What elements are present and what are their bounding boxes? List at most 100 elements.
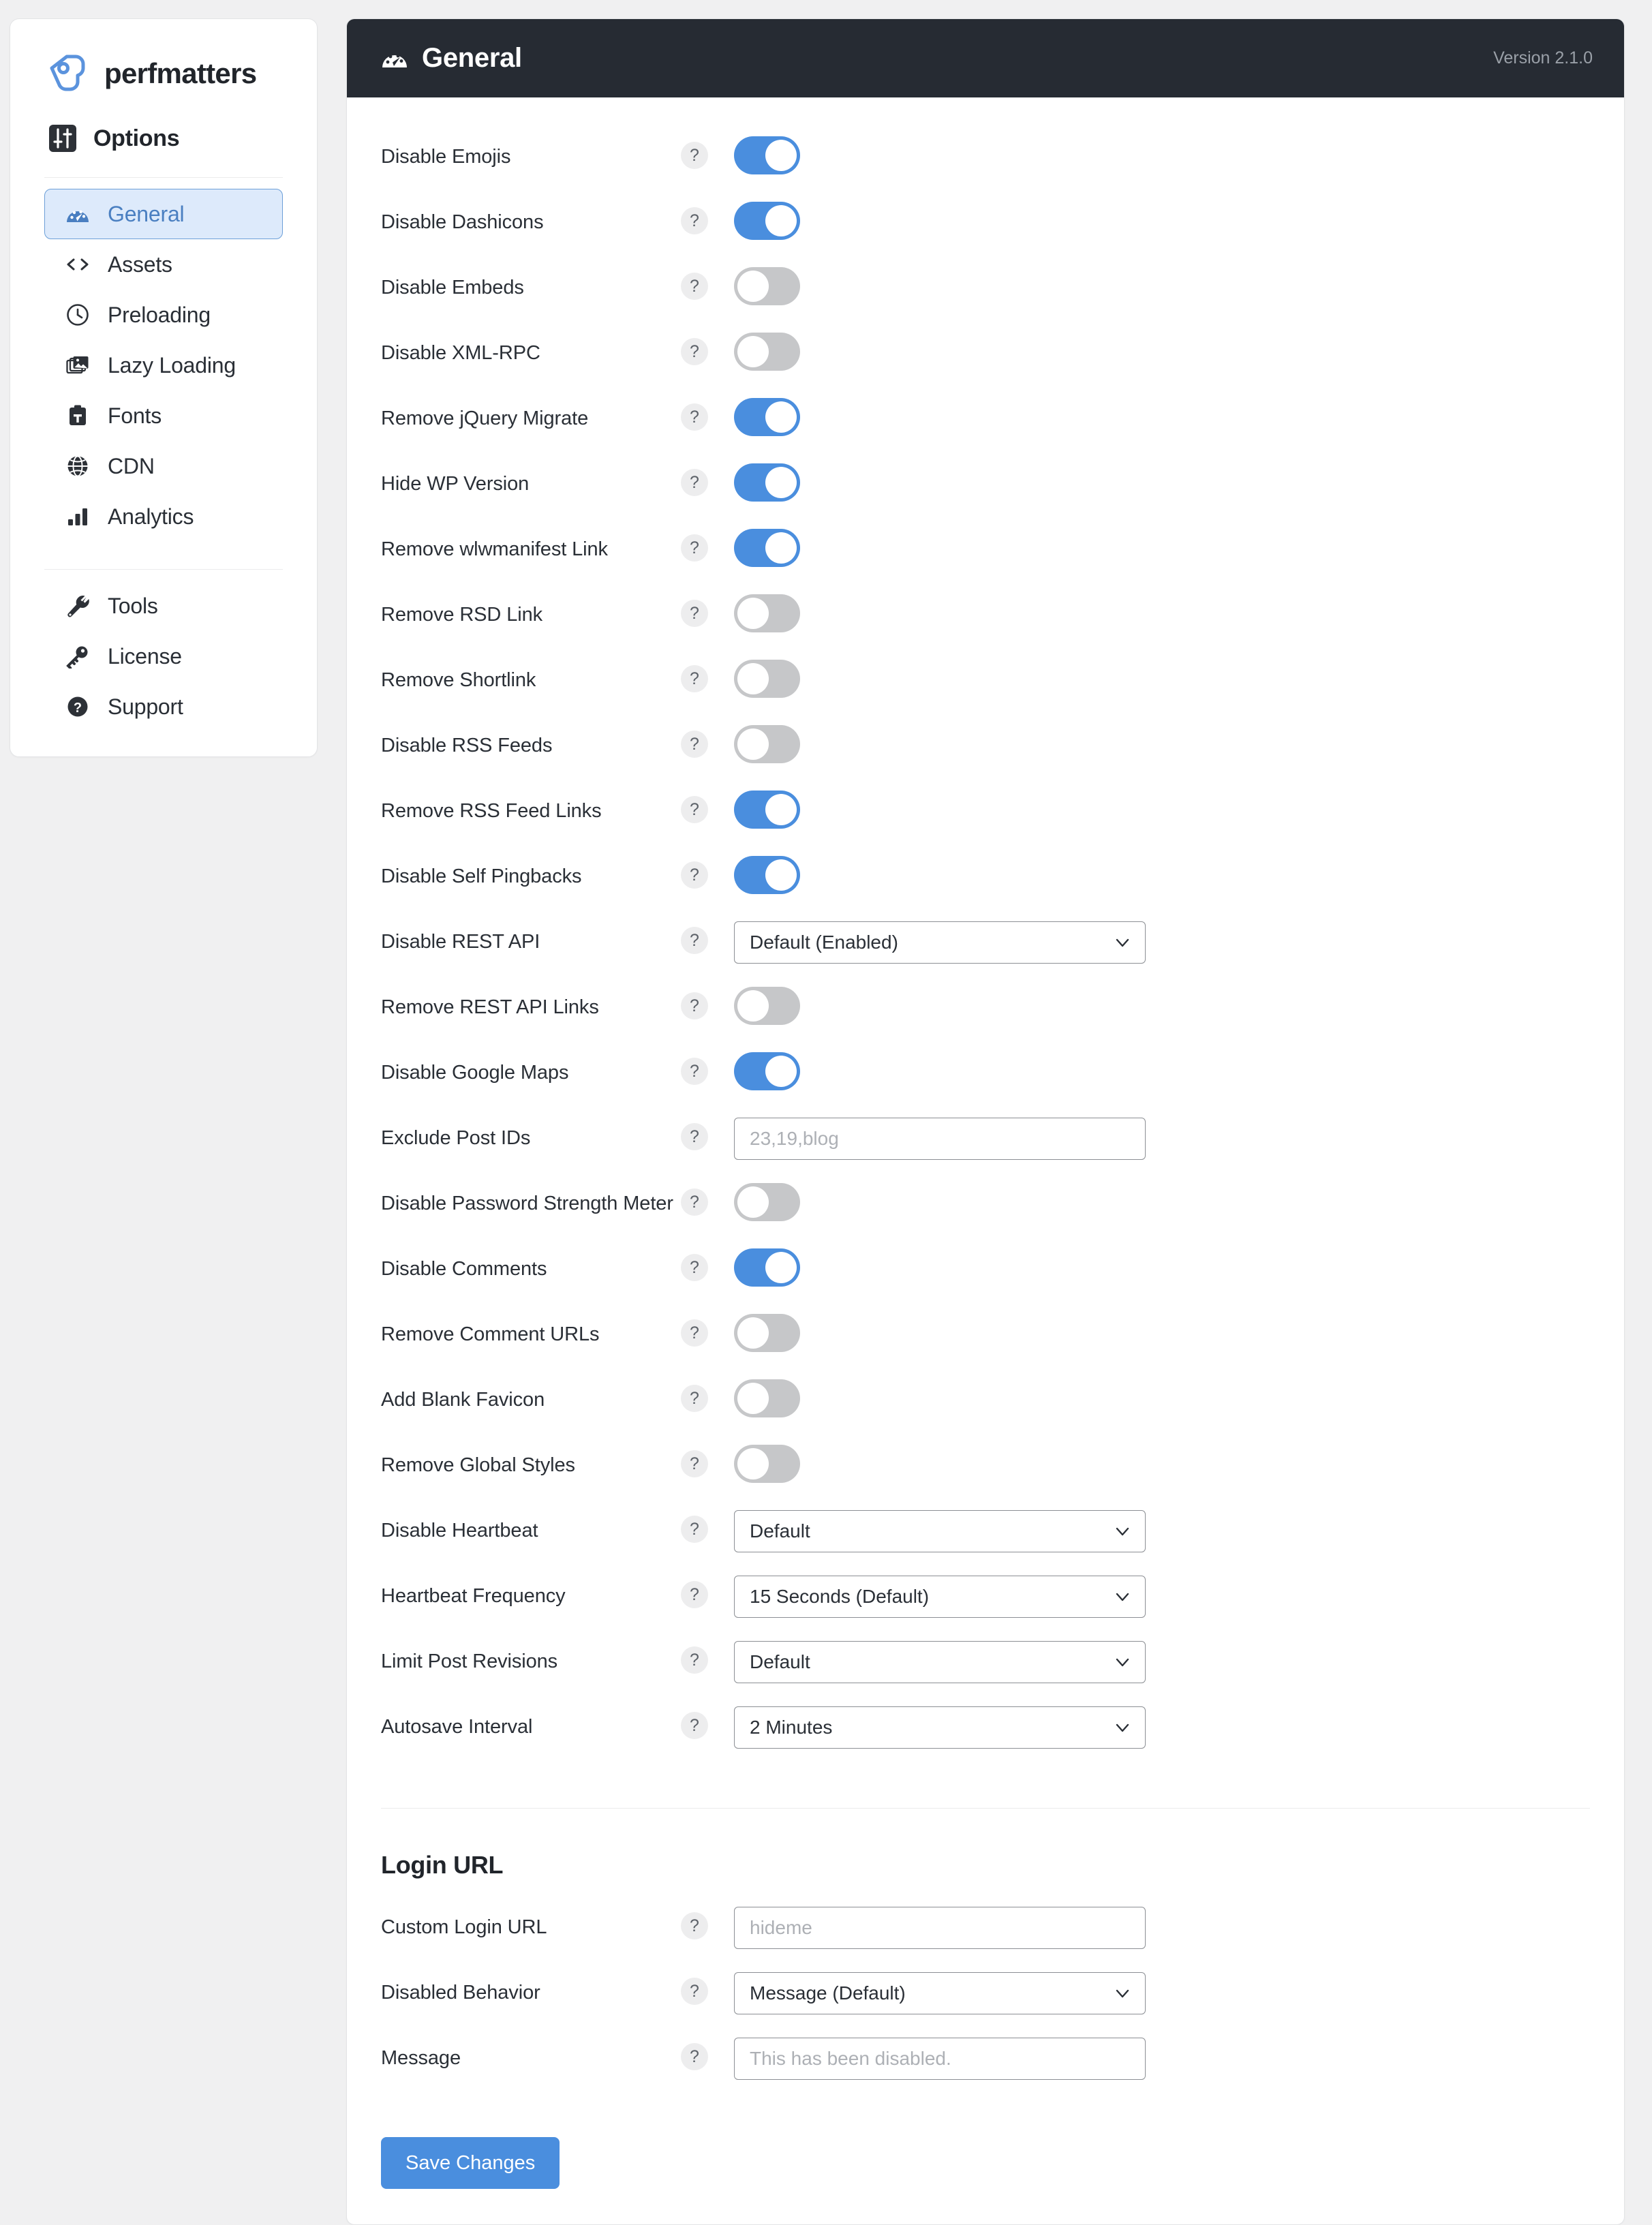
toggle-remove-rest-api-links[interactable]: [734, 987, 800, 1025]
setting-label: Disabled Behavior: [381, 1982, 540, 2004]
sidebar-item-lazy-loading[interactable]: Lazy Loading: [44, 340, 283, 390]
setting-control: [734, 135, 800, 174]
help-icon[interactable]: ?: [681, 992, 708, 1019]
setting-control: [734, 1313, 800, 1352]
help-icon[interactable]: ?: [681, 600, 708, 627]
toggle-add-blank-favicon[interactable]: [734, 1379, 800, 1417]
help-icon[interactable]: ?: [681, 403, 708, 431]
toggle-remove-wlwmanifest-link[interactable]: [734, 529, 800, 567]
help-icon[interactable]: ?: [681, 1978, 708, 2005]
setting-control: [734, 1182, 800, 1221]
setting-row-disabled-behavior: Disabled Behavior? Message (Default): [381, 1971, 1590, 2036]
input-custom-login-url[interactable]: hideme: [734, 1907, 1146, 1949]
sidebar-item-assets[interactable]: Assets: [44, 239, 283, 290]
toggle-remove-comment-urls[interactable]: [734, 1314, 800, 1352]
setting-row-disable-rss-feeds: Disable RSS Feeds?: [381, 724, 1590, 789]
help-icon[interactable]: ?: [681, 1712, 708, 1739]
toggle-disable-google-maps[interactable]: [734, 1052, 800, 1090]
sidebar-item-fonts[interactable]: Fonts: [44, 390, 283, 441]
toggle-remove-rsd-link[interactable]: [734, 594, 800, 632]
setting-row-remove-rsd-link: Remove RSD Link?: [381, 593, 1590, 658]
sidebar: perfmatters Options General Assets Prelo…: [10, 18, 318, 757]
help-icon[interactable]: ?: [681, 796, 708, 823]
help-icon[interactable]: ?: [681, 1581, 708, 1608]
help-icon[interactable]: ?: [681, 731, 708, 758]
sidebar-item-cdn[interactable]: CDN: [44, 441, 283, 491]
chevron-down-icon: [1116, 1593, 1129, 1601]
setting-control: [734, 1378, 800, 1417]
setting-label: Disable Google Maps: [381, 1062, 569, 1084]
help-icon[interactable]: ?: [681, 338, 708, 365]
help-icon[interactable]: ?: [681, 1912, 708, 1939]
toggle-disable-comments[interactable]: [734, 1248, 800, 1287]
toggle-disable-self-pingbacks[interactable]: [734, 856, 800, 894]
help-icon[interactable]: ?: [681, 534, 708, 562]
wrench-icon: [65, 594, 90, 618]
images-stack-icon: [65, 353, 90, 378]
help-icon[interactable]: ?: [681, 1058, 708, 1085]
toggle-remove-rss-feed-links[interactable]: [734, 791, 800, 829]
help-icon[interactable]: ?: [681, 1646, 708, 1674]
sidebar-item-analytics[interactable]: Analytics: [44, 491, 283, 542]
toggle-remove-shortlink[interactable]: [734, 660, 800, 698]
select-heartbeat-frequency[interactable]: 15 Seconds (Default): [734, 1576, 1146, 1618]
setting-control: 2 Minutes: [734, 1705, 1146, 1749]
help-icon[interactable]: ?: [681, 861, 708, 889]
sidebar-item-preloading[interactable]: Preloading: [44, 290, 283, 340]
sidebar-item-label: Preloading: [108, 302, 211, 327]
help-icon[interactable]: ?: [681, 1385, 708, 1412]
help-icon[interactable]: ?: [681, 273, 708, 300]
sidebar-secondary-nav: Tools License ? Support: [10, 581, 317, 732]
toggle-disable-password-strength-meter[interactable]: [734, 1183, 800, 1221]
toggle-disable-dashicons[interactable]: [734, 202, 800, 240]
setting-row-disable-google-maps: Disable Google Maps?: [381, 1051, 1590, 1116]
help-icon[interactable]: ?: [681, 1188, 708, 1216]
select-disable-rest-api[interactable]: Default (Enabled): [734, 921, 1146, 964]
select-value: Default: [750, 1520, 810, 1541]
help-icon[interactable]: ?: [681, 142, 708, 169]
input-message[interactable]: This has been disabled.: [734, 2038, 1146, 2080]
sidebar-item-tools[interactable]: Tools: [44, 581, 283, 631]
save-button[interactable]: Save Changes: [381, 2137, 560, 2189]
help-icon[interactable]: ?: [681, 927, 708, 954]
perfmatters-logo-icon: [48, 55, 91, 93]
setting-label: Disable XML-RPC: [381, 342, 540, 364]
help-icon[interactable]: ?: [681, 469, 708, 496]
help-icon[interactable]: ?: [681, 665, 708, 692]
clock-icon: [65, 303, 90, 327]
input-exclude-post-ids[interactable]: 23,19,blog: [734, 1118, 1146, 1160]
toggle-disable-xml-rpc[interactable]: [734, 333, 800, 371]
setting-label: Hide WP Version: [381, 473, 530, 495]
toggle-remove-global-styles[interactable]: [734, 1445, 800, 1483]
gauge-icon: [381, 45, 408, 72]
sidebar-item-support[interactable]: ? Support: [44, 681, 283, 732]
help-icon[interactable]: ?: [681, 1254, 708, 1281]
select-value: 15 Seconds (Default): [750, 1586, 930, 1607]
setting-label: Disable Comments: [381, 1258, 547, 1280]
setting-label: Remove Comment URLs: [381, 1323, 600, 1345]
sidebar-item-license[interactable]: License: [44, 631, 283, 681]
toggle-disable-embeds[interactable]: [734, 267, 800, 305]
help-icon[interactable]: ?: [681, 207, 708, 234]
setting-control: [734, 724, 800, 763]
select-autosave-interval[interactable]: 2 Minutes: [734, 1706, 1146, 1749]
setting-control: This has been disabled.: [734, 2036, 1146, 2080]
setting-label: Disable Dashicons: [381, 211, 544, 233]
app-root: perfmatters Options General Assets Prelo…: [0, 0, 1652, 2225]
help-icon[interactable]: ?: [681, 1319, 708, 1347]
sidebar-item-general[interactable]: General: [44, 189, 283, 239]
setting-row-limit-post-revisions: Limit Post Revisions? Default: [381, 1640, 1590, 1705]
help-icon[interactable]: ?: [681, 2043, 708, 2070]
chevron-down-icon: [1116, 1989, 1129, 1998]
toggle-remove-jquery-migrate[interactable]: [734, 398, 800, 436]
select-disabled-behavior[interactable]: Message (Default): [734, 1972, 1146, 2014]
toggle-disable-emojis[interactable]: [734, 136, 800, 174]
help-icon[interactable]: ?: [681, 1123, 708, 1150]
toggle-hide-wp-version[interactable]: [734, 463, 800, 502]
help-icon[interactable]: ?: [681, 1516, 708, 1543]
select-limit-post-revisions[interactable]: Default: [734, 1641, 1146, 1683]
brand-name: perfmatters: [104, 57, 257, 89]
toggle-disable-rss-feeds[interactable]: [734, 725, 800, 763]
help-icon[interactable]: ?: [681, 1450, 708, 1477]
select-disable-heartbeat[interactable]: Default: [734, 1510, 1146, 1552]
